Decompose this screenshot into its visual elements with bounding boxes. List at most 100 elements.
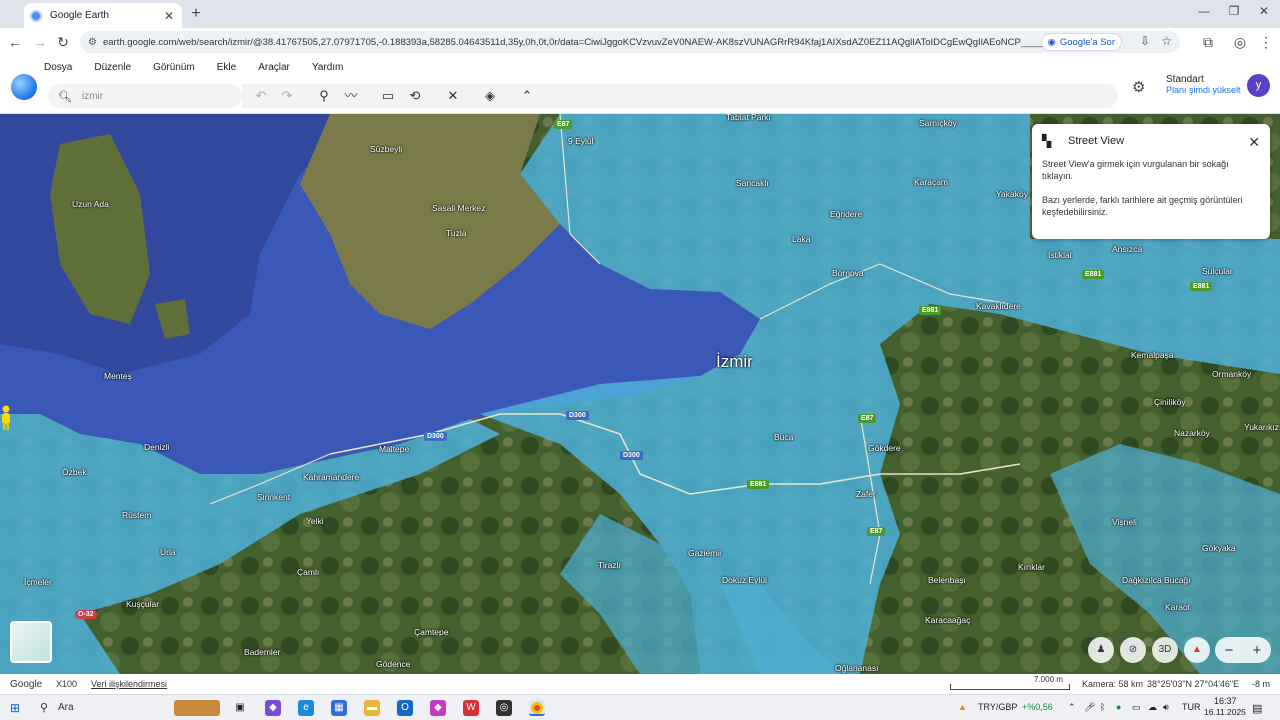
mic-icon[interactable]: 🎤︎ xyxy=(1084,702,1095,713)
lens-icon: ◉ xyxy=(1047,36,1056,48)
cloud-icon[interactable]: ☁ xyxy=(1148,702,1157,713)
search-icon: 🔍︎ xyxy=(58,90,72,103)
map-label: Karaçam xyxy=(914,177,949,187)
map-label: Tirazlı xyxy=(598,560,621,570)
historical-imagery-icon[interactable]: ⟲ xyxy=(405,86,425,106)
plan-title: Standart xyxy=(1166,74,1204,85)
file-explorer-icon[interactable]: ▬ xyxy=(364,700,380,716)
add-placemark-icon[interactable]: ⚲ xyxy=(314,86,334,106)
browser-menu-icon[interactable]: ⋮ xyxy=(1254,34,1278,51)
camera-altitude: Kamera: 58 km xyxy=(1082,679,1144,689)
collapse-toolbar-icon[interactable]: ⌃ xyxy=(517,86,537,106)
menu-add[interactable]: Ekle xyxy=(217,62,236,73)
menu-help[interactable]: Yardım xyxy=(312,62,344,73)
edge-icon[interactable]: e xyxy=(298,700,314,716)
compass-icon[interactable]: ▲ xyxy=(1184,637,1210,663)
menu-file[interactable]: Dosya xyxy=(44,62,72,73)
map-label: Sarnıçköy xyxy=(919,118,957,128)
street-view-panel: ▚ Street View ✕ Street View'a girmek içi… xyxy=(1032,124,1270,239)
toolbar xyxy=(242,84,1118,108)
network-icon[interactable]: ▭ xyxy=(1132,702,1141,713)
app-icon[interactable]: ◎ xyxy=(496,700,512,716)
menu-edit[interactable]: Düzenle xyxy=(94,62,131,73)
google-earth-logo[interactable] xyxy=(11,74,37,100)
search-box[interactable]: 🔍︎ xyxy=(48,84,242,108)
windows-start-icon[interactable]: ⊞ xyxy=(10,701,20,715)
maximize-icon[interactable]: ❐ xyxy=(1224,4,1244,18)
clock-time[interactable]: 16:37 xyxy=(1214,696,1237,706)
map-label: Vişneli xyxy=(1112,517,1137,527)
stock-icon: ▲ xyxy=(958,702,967,712)
close-tab-icon[interactable]: ✕ xyxy=(162,9,176,23)
map-label: İçmeler xyxy=(24,577,52,587)
weather-widget-icon[interactable] xyxy=(174,700,220,716)
chrome-icon[interactable] xyxy=(529,700,545,716)
road-shield: E87 xyxy=(554,120,573,129)
google-ask-chip[interactable]: ◉ Google'a Sor xyxy=(1040,33,1122,51)
reload-icon[interactable]: ↻ xyxy=(51,34,75,51)
taskbar-search-label[interactable]: Ara xyxy=(58,702,74,713)
cursor-coordinates: 38°25'03"N 27°04'46"E xyxy=(1147,679,1240,689)
voyager-icon[interactable]: ✕ xyxy=(443,86,463,106)
install-app-icon[interactable]: ⇩ xyxy=(1140,34,1150,48)
menu-view[interactable]: Görünüm xyxy=(153,62,195,73)
map-label: Belenbaşı xyxy=(928,575,966,585)
map-label: Yakaköy xyxy=(996,189,1028,199)
volume-icon[interactable]: 🔊︎ xyxy=(1163,702,1169,713)
plan-info[interactable]: Standart Planı şimdi yükselt xyxy=(1166,74,1241,95)
map-layer-thumbnail[interactable] xyxy=(10,621,52,663)
forward-icon[interactable]: → xyxy=(28,34,52,50)
show-hidden-icon[interactable]: ⌃ xyxy=(1068,702,1076,713)
data-attribution-link[interactable]: Veri ilişkilendirmesi xyxy=(91,679,167,689)
tilt-reset-icon[interactable]: ⊘ xyxy=(1120,637,1146,663)
map-label: Gödence xyxy=(376,659,411,669)
map-style-icon[interactable]: ◈ xyxy=(480,86,500,106)
bookmark-star-icon[interactable]: ☆ xyxy=(1161,34,1172,48)
site-info-icon[interactable]: ⚙ xyxy=(88,37,97,48)
url-field[interactable]: ⚙ earth.google.com/web/search/izmir/@38.… xyxy=(80,31,1180,53)
browser-tab[interactable]: Google Earth ✕ xyxy=(24,3,182,28)
zoom-in-icon[interactable]: + xyxy=(1253,642,1262,659)
taskbar-search-icon[interactable]: ⚲ xyxy=(40,701,48,714)
plan-upgrade-link[interactable]: Planı şimdi yükselt xyxy=(1166,85,1241,95)
copilot-icon[interactable]: ◆ xyxy=(265,700,281,716)
pegman-control-icon[interactable]: ♟ xyxy=(1088,637,1114,663)
extensions-icon[interactable]: ⧉ xyxy=(1196,34,1220,51)
outlook-icon[interactable]: O xyxy=(397,700,413,716)
menu-bar: Dosya Düzenle Görünüm Ekle Araçlar Yardı… xyxy=(44,62,365,73)
close-icon[interactable]: ✕ xyxy=(1248,134,1260,151)
new-tab-icon[interactable]: + xyxy=(188,5,204,23)
tray-app-icon[interactable]: ● xyxy=(1116,702,1121,712)
add-path-icon[interactable]: 〰 xyxy=(341,86,361,106)
office-icon[interactable]: ◆ xyxy=(430,700,446,716)
back-icon[interactable]: ← xyxy=(3,34,27,50)
currency-change: +%0,56 xyxy=(1022,702,1053,712)
map-label: Sancaklı xyxy=(736,178,769,188)
wps-icon[interactable]: W xyxy=(463,700,479,716)
redo-icon[interactable]: ↷ xyxy=(277,86,297,106)
search-input[interactable] xyxy=(81,90,222,102)
profile-icon[interactable]: ◎ xyxy=(1228,34,1252,51)
avatar[interactable]: y xyxy=(1247,74,1270,97)
keyboard-language[interactable]: TUR xyxy=(1182,702,1201,712)
undo-icon[interactable]: ↶ xyxy=(251,86,271,106)
map-label: Şirinkent xyxy=(257,492,291,502)
zoom-out-icon[interactable]: − xyxy=(1225,642,1234,659)
pegman-icon[interactable] xyxy=(0,405,12,431)
measure-icon[interactable]: ▭ xyxy=(378,86,398,106)
store-icon[interactable]: ▦ xyxy=(331,700,347,716)
map-label: Ormanköy xyxy=(1212,369,1252,379)
clock-date[interactable]: 16.11.2025 xyxy=(1204,707,1246,717)
notifications-icon[interactable]: ▤ xyxy=(1252,702,1262,715)
elevation: -8 m xyxy=(1252,679,1270,689)
map-label: Bademler xyxy=(244,647,281,657)
minimize-icon[interactable]: — xyxy=(1194,4,1214,18)
currency-pair[interactable]: TRY/GBP xyxy=(978,702,1017,712)
close-window-icon[interactable]: ✕ xyxy=(1254,4,1274,18)
3d-toggle-button[interactable]: 3D xyxy=(1152,637,1178,663)
menu-tools[interactable]: Araçlar xyxy=(258,62,290,73)
task-view-icon[interactable]: ▣ xyxy=(232,700,248,716)
settings-gear-icon[interactable]: ⚙ xyxy=(1132,78,1145,96)
bluetooth-icon[interactable]: ᛒ xyxy=(1100,702,1105,712)
map-label: Buca xyxy=(774,432,794,442)
